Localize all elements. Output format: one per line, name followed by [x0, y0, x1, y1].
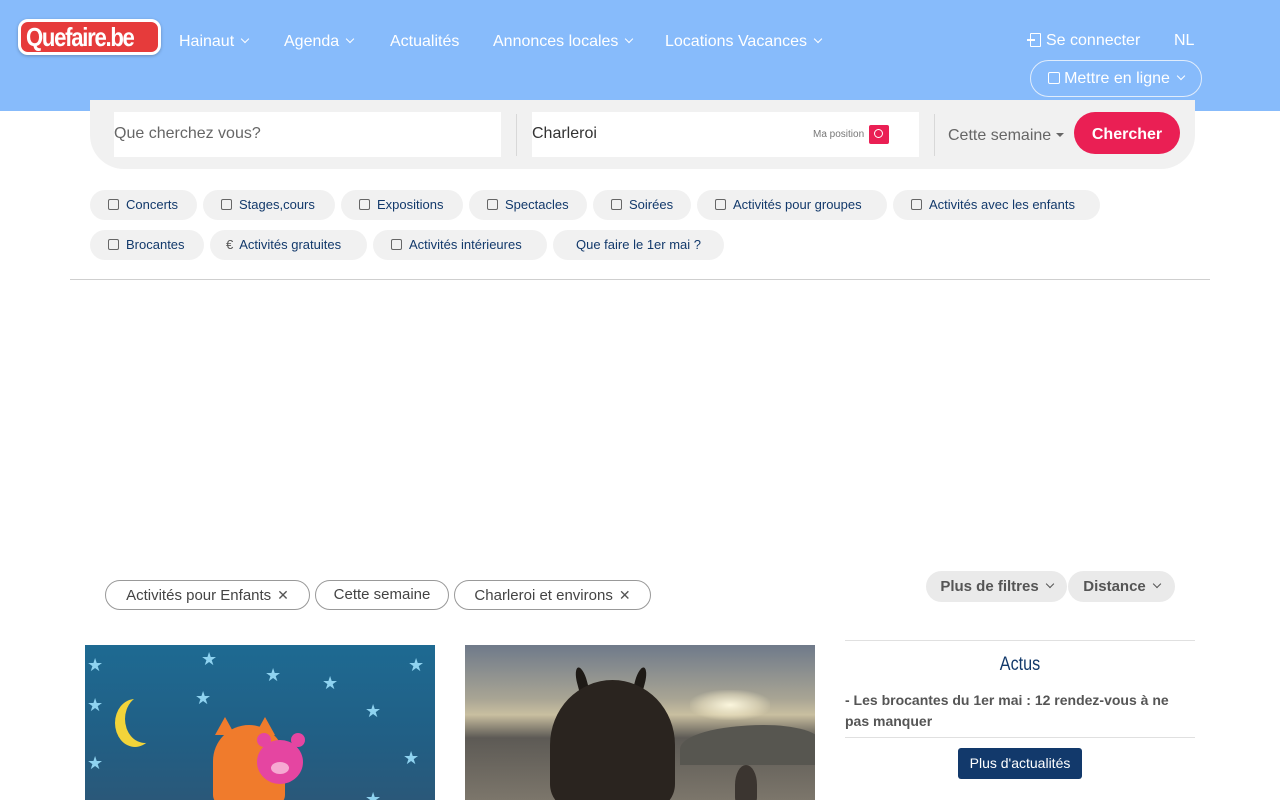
easel-icon	[219, 198, 233, 210]
locate-icon[interactable]	[869, 125, 889, 144]
chevron-down-icon	[625, 34, 634, 44]
edit-icon	[1048, 72, 1061, 84]
search-what-input[interactable]: Que cherchez vous?	[114, 112, 501, 157]
close-icon[interactable]: ✕	[277, 587, 289, 603]
moon-illustration	[125, 695, 165, 743]
house-icon	[389, 238, 403, 250]
nav-annonces-locales[interactable]: Annonces locales	[493, 32, 634, 52]
star-icon: ★	[87, 655, 104, 675]
close-icon[interactable]: ✕	[619, 587, 631, 603]
filter-chip-semaine[interactable]: Cette semaine	[315, 580, 449, 610]
login-link[interactable]: Se connecter	[1027, 32, 1140, 50]
category-spectacles[interactable]: Spectacles	[469, 190, 587, 220]
actus-item-link[interactable]: - Les brocantes du 1er mai : 12 rendez-v…	[845, 690, 1195, 732]
star-icon: ★	[403, 748, 420, 768]
category-concerts[interactable]: Concerts	[90, 190, 197, 220]
publish-button[interactable]: Mettre en ligne	[1030, 60, 1202, 97]
category-expositions[interactable]: Expositions	[341, 190, 463, 220]
filter-chip-charleroi[interactable]: Charleroi et environs ✕	[454, 580, 651, 610]
more-news-button[interactable]: Plus d'actualités	[958, 748, 1082, 779]
star-icon: ★	[201, 649, 218, 669]
star-icon: ★	[195, 688, 212, 708]
login-icon	[1027, 33, 1041, 47]
language-switch[interactable]: NL	[1174, 32, 1194, 50]
actus-title: Actus	[999, 654, 1041, 675]
divider	[845, 737, 1195, 738]
chevron-down-icon	[1176, 71, 1186, 81]
site-logo[interactable]: Quefaire.be	[18, 19, 161, 55]
more-filters-dropdown[interactable]: Plus de filtres	[926, 571, 1067, 602]
nav-actualites[interactable]: Actualités	[390, 32, 459, 52]
divider	[516, 114, 517, 156]
divider	[934, 114, 935, 156]
category-soirees[interactable]: Soirées	[593, 190, 691, 220]
my-position-label[interactable]: Ma position	[813, 129, 864, 140]
nav-locations-vacances[interactable]: Locations Vacances	[665, 32, 823, 52]
star-icon: ★	[87, 695, 104, 715]
star-icon: ★	[365, 701, 382, 721]
category-activites-interieures[interactable]: Activités intérieures	[373, 230, 547, 260]
site-header: Quefaire.be Hainaut Agenda Actualités An…	[0, 0, 1280, 111]
distance-dropdown[interactable]: Distance	[1068, 571, 1175, 602]
caret-down-icon	[1056, 133, 1065, 137]
star-icon: ★	[408, 655, 425, 675]
star-icon: ★	[322, 673, 339, 693]
category-stages-cours[interactable]: Stages,cours	[203, 190, 335, 220]
chevron-down-icon	[1045, 579, 1054, 589]
section-divider	[70, 279, 1210, 280]
chevron-down-icon	[345, 34, 355, 44]
category-activites-gratuites[interactable]: € Activités gratuites	[210, 230, 367, 260]
period-select[interactable]: Cette semaine	[948, 127, 1065, 145]
filter-chip-enfants[interactable]: Activités pour Enfants ✕	[105, 580, 310, 610]
divider	[845, 640, 1195, 641]
frame-icon	[357, 198, 371, 210]
family-icon	[909, 198, 923, 210]
cocktail-icon	[609, 198, 623, 210]
hill-silhouette	[680, 725, 815, 765]
nav-hainaut[interactable]: Hainaut	[179, 32, 250, 52]
chevron-down-icon	[240, 34, 250, 44]
nav-agenda[interactable]: Agenda	[284, 32, 355, 52]
chevron-down-icon	[1152, 579, 1162, 589]
flea-market-icon	[106, 238, 120, 250]
category-brocantes[interactable]: Brocantes	[90, 230, 204, 260]
star-icon: ★	[87, 753, 104, 773]
category-activites-enfants[interactable]: Activités avec les enfants	[893, 190, 1100, 220]
microphone-icon	[106, 198, 120, 210]
sunset-glow	[690, 690, 770, 720]
group-icon	[713, 198, 727, 210]
chevron-down-icon	[813, 34, 823, 44]
search-button[interactable]: Chercher	[1074, 112, 1180, 154]
event-card-image[interactable]: ★ ★ ★ ★ ★ ★ ★ ★ ★ ★ ★	[85, 645, 435, 800]
euro-icon: €	[226, 237, 234, 252]
event-card-image[interactable]	[465, 645, 815, 800]
category-1er-mai[interactable]: Que faire le 1er mai ?	[553, 230, 724, 260]
child-silhouette	[735, 765, 757, 800]
category-activites-groupes[interactable]: Activités pour groupes	[697, 190, 887, 220]
star-icon: ★	[265, 665, 282, 685]
monster-silhouette	[550, 680, 675, 800]
star-icon: ★	[365, 789, 382, 800]
theater-masks-icon	[485, 198, 499, 210]
